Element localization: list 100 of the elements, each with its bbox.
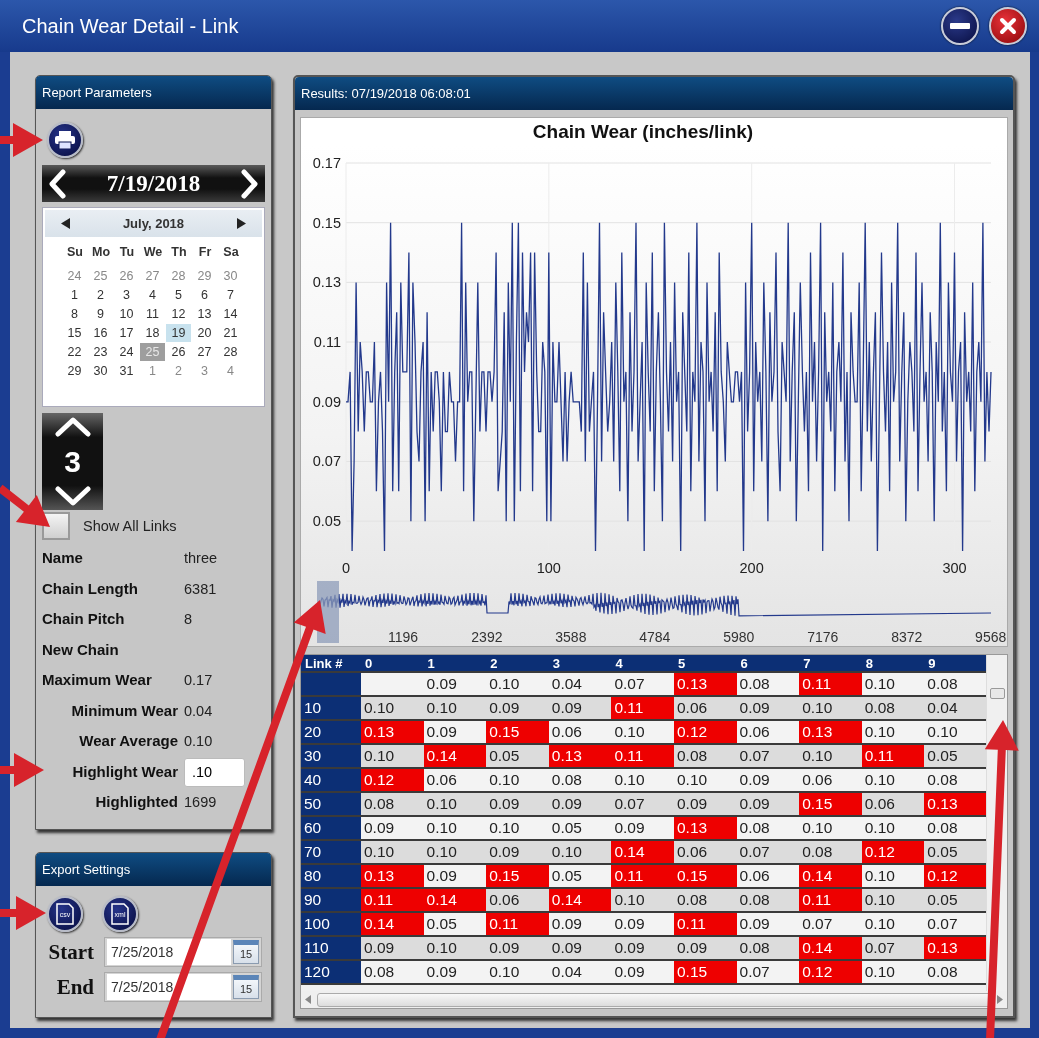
field-label: Wear Average [78,731,178,751]
calendar-day[interactable]: 4 [140,286,165,304]
panel-header: Results: 07/19/2018 06:08:01 [295,77,1013,110]
scrollbar-thumb[interactable] [990,688,1006,699]
table-cell: 0.06 [423,769,487,791]
weekday-label: Sa [222,245,240,261]
calendar-day[interactable]: 24 [114,343,139,361]
axis-tick-label: 0.17 [312,155,341,171]
row-header: 30 [301,745,361,767]
calendar-day[interactable]: 27 [192,343,217,361]
column-header: 1 [423,655,487,671]
axis-tick-label: 0.13 [312,274,341,291]
column-header: 0 [361,655,424,671]
calendar-day[interactable]: 2 [88,286,113,304]
table-cell: 0.05 [548,865,612,887]
table-cell: 0.10 [611,721,674,743]
table-cell: 0.09 [548,697,612,719]
table-cell: 0.14 [423,889,487,911]
table-cell: 0.11 [361,889,424,911]
column-header: 5 [673,655,737,671]
calendar-day[interactable]: 10 [114,305,139,323]
calendar-day[interactable]: 26 [166,343,191,361]
calendar-day[interactable]: 17 [114,324,139,342]
calendar-day[interactable]: 14 [218,305,243,323]
increment-button[interactable] [54,417,91,437]
scrollbar-thumb[interactable] [317,992,991,1007]
calendar-month: July, 2018 [122,216,185,231]
axis-tick-label: 9568 [975,629,1007,645]
calendar-day[interactable]: 15 [62,324,87,342]
calendar-day[interactable]: 24 [62,267,87,285]
calendar-day[interactable]: 28 [218,343,243,361]
calendar-day[interactable]: 22 [62,343,87,361]
calendar-day[interactable]: 28 [166,267,191,285]
previous-month-button[interactable] [61,218,70,229]
table-cell: 0.11 [611,865,674,887]
close-button[interactable] [989,7,1027,45]
table-cell: 0.06 [861,793,925,815]
calendar-day[interactable]: 27 [140,267,165,285]
minimize-button[interactable] [941,7,979,45]
next-date-button[interactable] [241,168,259,199]
row-header: 10 [301,697,361,719]
minimize-icon [950,23,970,29]
calendar-day[interactable]: 31 [114,362,139,380]
calendar-day[interactable]: 19 [166,324,191,342]
calendar-day[interactable]: 6 [192,286,217,304]
date-field[interactable]: 7/25/2018 15 [104,972,262,1002]
table-cell: 0.09 [611,937,674,959]
table-cell: 0.10 [548,841,612,863]
calendar-button[interactable]: 15 [233,940,259,964]
calendar-day[interactable]: 3 [114,286,139,304]
link-number: 3 [64,446,81,477]
calendar-day[interactable]: 3 [192,362,217,380]
table-cell: 0.10 [423,793,487,815]
calendar-day[interactable]: 7 [218,286,243,304]
calendar-day[interactable]: 1 [140,362,165,380]
table-cell: 0.08 [924,961,987,983]
calendar-day[interactable]: 30 [218,267,243,285]
calendar-day[interactable]: 13 [192,305,217,323]
calendar-button[interactable]: 15 [233,975,259,999]
previous-date-button[interactable] [48,168,66,199]
field-value: 0.10 [183,732,214,751]
calendar-day[interactable]: 9 [88,305,113,323]
next-month-button[interactable] [237,218,246,229]
field-label: Start [47,939,94,965]
calendar-day[interactable]: 2 [166,362,191,380]
field-value: 6381 [183,579,218,599]
table-cell: 0.08 [673,745,737,767]
column-header: 8 [861,655,925,671]
table-cell: 0.05 [548,817,612,839]
calendar-day[interactable]: 11 [140,305,165,323]
scroll-left-button[interactable] [305,995,311,1004]
row-header: 80 [301,865,361,887]
decrement-button[interactable] [54,486,91,506]
calendar-day[interactable]: 30 [88,362,113,380]
column-header: 9 [924,655,987,671]
axis-tick-label: 100 [536,560,561,576]
input-field[interactable]: .10 [184,757,245,787]
scroll-right-button[interactable] [997,995,1003,1004]
date-field[interactable]: 7/25/2018 15 [104,937,262,967]
calendar-day[interactable]: 16 [88,324,113,342]
calendar-day[interactable]: 4 [218,362,243,380]
table-cell: 0.06 [799,769,862,791]
field-value: 0.17 [183,671,214,690]
table-cell: 0.09 [423,673,487,695]
table-cell: 0.08 [361,961,424,983]
checkbox[interactable] [42,512,70,540]
calendar-day[interactable]: 26 [114,267,139,285]
calendar-day[interactable]: 21 [218,324,243,342]
calendar-day[interactable]: 18 [140,324,165,342]
calendar-day[interactable]: 25 [88,267,113,285]
calendar-day[interactable]: 29 [192,267,217,285]
calendar-day[interactable]: 12 [166,305,191,323]
calendar-day[interactable]: 29 [62,362,87,380]
calendar-day[interactable]: 8 [62,305,87,323]
calendar-day[interactable]: 20 [192,324,217,342]
calendar-day[interactable]: 5 [166,286,191,304]
print-button[interactable] [47,122,83,158]
calendar-day[interactable]: 23 [88,343,113,361]
table-cell: 0.08 [861,697,925,719]
calendar-day[interactable]: 1 [62,286,87,304]
